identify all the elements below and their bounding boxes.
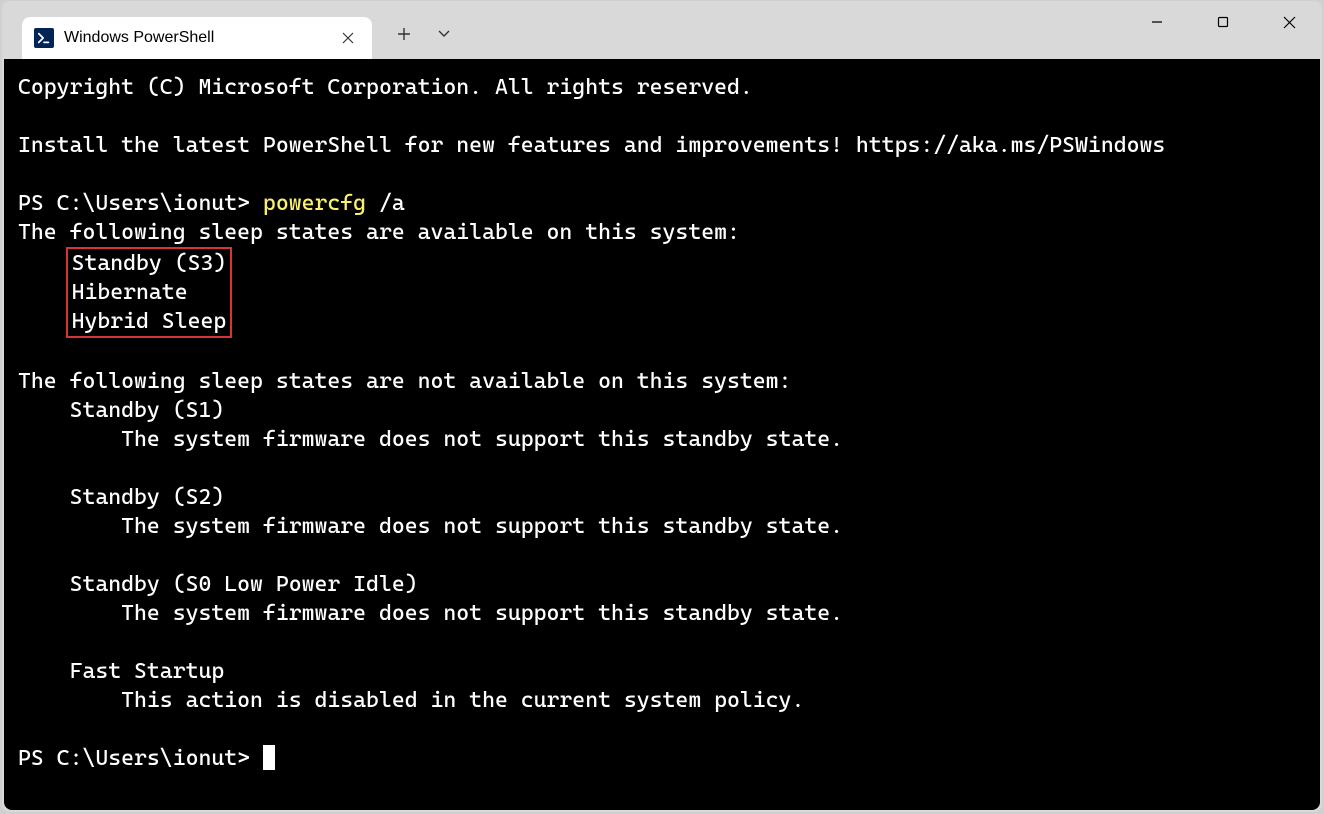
available-header: The following sleep states are available… <box>18 220 740 245</box>
powershell-icon <box>34 28 54 48</box>
na-fast-name: Fast Startup <box>70 659 225 684</box>
maximize-button[interactable] <box>1190 1 1256 43</box>
state-hibernate: Hibernate <box>72 280 188 305</box>
new-tab-button[interactable] <box>384 14 424 54</box>
command-arg: /a <box>366 191 405 216</box>
window-controls <box>1124 1 1322 43</box>
prompt-2: PS C:\Users\ionut> <box>18 746 263 771</box>
copyright-line: Copyright (C) Microsoft Corporation. All… <box>18 75 753 100</box>
highlighted-sleep-states: Standby (S3) Hibernate Hybrid Sleep <box>66 247 233 338</box>
na-s1-reason: The system firmware does not support thi… <box>121 427 843 452</box>
na-s0-reason: The system firmware does not support thi… <box>121 601 843 626</box>
prompt-1: PS C:\Users\ionut> <box>18 191 263 216</box>
command-name: powercfg <box>263 191 366 216</box>
close-button[interactable] <box>1256 1 1322 43</box>
tab-powershell[interactable]: Windows PowerShell <box>22 17 372 59</box>
not-available-header: The following sleep states are not avail… <box>18 369 791 394</box>
minimize-button[interactable] <box>1124 1 1190 43</box>
tab-dropdown-button[interactable] <box>424 14 464 54</box>
tab-close-button[interactable] <box>336 26 360 50</box>
na-s1-name: Standby (S1) <box>70 398 225 423</box>
terminal-output[interactable]: Copyright (C) Microsoft Corporation. All… <box>4 59 1320 810</box>
tab-title: Windows PowerShell <box>64 29 326 47</box>
state-s3: Standby (S3) <box>72 251 227 276</box>
na-s2-name: Standby (S2) <box>70 485 225 510</box>
cursor <box>263 745 275 770</box>
terminal-window: Windows PowerShell <box>2 1 1322 812</box>
na-s0-name: Standby (S0 Low Power Idle) <box>70 572 418 597</box>
state-hybrid: Hybrid Sleep <box>72 309 227 334</box>
install-message: Install the latest PowerShell for new fe… <box>18 133 1165 158</box>
na-s2-reason: The system firmware does not support thi… <box>121 514 843 539</box>
titlebar: Windows PowerShell <box>2 1 1322 59</box>
na-fast-reason: This action is disabled in the current s… <box>121 688 804 713</box>
